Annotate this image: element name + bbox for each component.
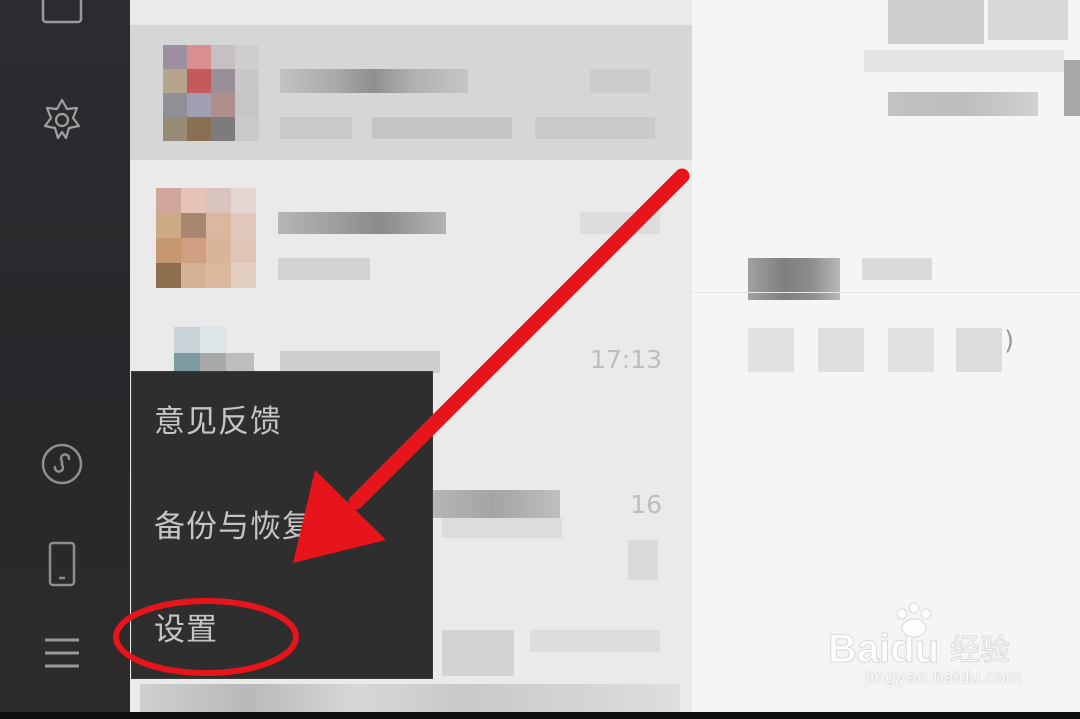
partial-text: ) <box>1004 326 1015 356</box>
sidebar <box>0 0 130 719</box>
content-divider <box>692 292 1080 293</box>
watermark-brand-cn: 经验 <box>950 633 1010 668</box>
menu-item-backup-restore[interactable]: 备份与恢复 <box>154 497 424 557</box>
more-menu: 意见反馈 备份与恢复 设置 <box>131 371 433 679</box>
chat-item-selected[interactable] <box>130 25 692 160</box>
chat-time: 16 <box>630 490 662 519</box>
phone-icon[interactable] <box>38 540 86 588</box>
bottom-bar <box>0 712 1080 719</box>
menu-item-feedback[interactable]: 意见反馈 <box>154 392 424 452</box>
hexagon-star-icon[interactable] <box>38 96 86 144</box>
chat-time: 17:13 <box>589 345 662 374</box>
chat-item[interactable] <box>130 170 692 305</box>
avatar <box>163 45 259 141</box>
watermark-url: jingyan.baidu.com <box>865 668 1022 688</box>
window-icon[interactable] <box>38 0 86 34</box>
chat-item-partial <box>140 684 680 714</box>
mini-program-icon[interactable] <box>38 440 86 488</box>
avatar <box>156 188 256 288</box>
menu-item-settings[interactable]: 设置 <box>154 600 424 660</box>
